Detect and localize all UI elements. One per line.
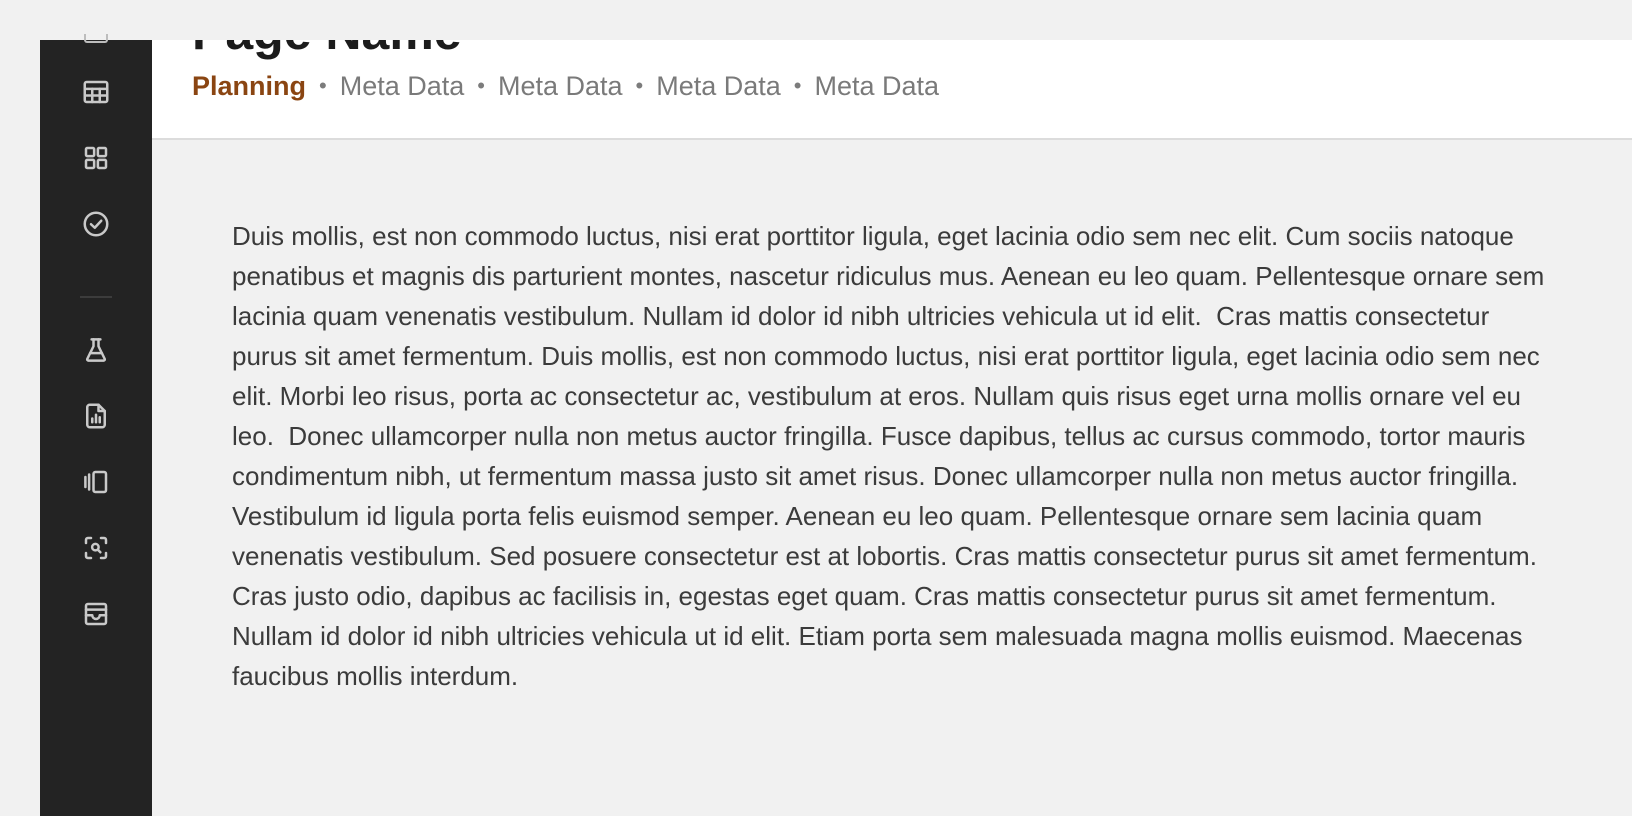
meta-separator: • [477, 73, 485, 98]
sidebar [40, 34, 152, 816]
body-paragraph: Duis mollis, est non commodo luctus, nis… [232, 221, 1552, 691]
page-title: Page Name [192, 40, 462, 62]
meta-separator: • [635, 73, 644, 98]
meta-separator: • [793, 73, 802, 98]
nav-item-grid[interactable] [76, 138, 116, 178]
report-chart-icon [86, 403, 106, 429]
nav-item-experiments[interactable] [76, 330, 116, 370]
scan-user-icon [84, 536, 108, 560]
nav-divider [80, 296, 112, 298]
nav-item-table[interactable] [76, 72, 116, 112]
app-window: Page Name Planning • Meta Data • Meta Da… [40, 34, 1632, 816]
page-header: Page Name Planning • Meta Data • Meta Da… [152, 40, 1632, 140]
archive-icon [84, 602, 108, 626]
nav-item-scan[interactable] [76, 528, 116, 568]
nav-item-archive[interactable] [76, 594, 116, 634]
meta-item: Meta Data [497, 71, 623, 101]
partial-nav-icon [84, 34, 108, 43]
nav-item-carousel[interactable] [76, 462, 116, 502]
nav-item-tasks[interactable] [76, 204, 116, 244]
meta-item: Meta Data [656, 71, 781, 101]
check-circle-icon [83, 211, 109, 237]
status-label: Planning [192, 71, 306, 101]
table-icon [83, 80, 109, 104]
meta-row: Planning • Meta Data • Meta Data • Meta … [192, 70, 939, 102]
nav-item-reports[interactable] [76, 396, 116, 436]
flask-icon [85, 338, 107, 362]
grid-icon [84, 146, 108, 170]
meta-separator: • [319, 73, 327, 98]
meta-item: Meta Data [339, 71, 465, 101]
meta-item: Meta Data [814, 71, 940, 101]
carousel-icon [84, 470, 108, 494]
